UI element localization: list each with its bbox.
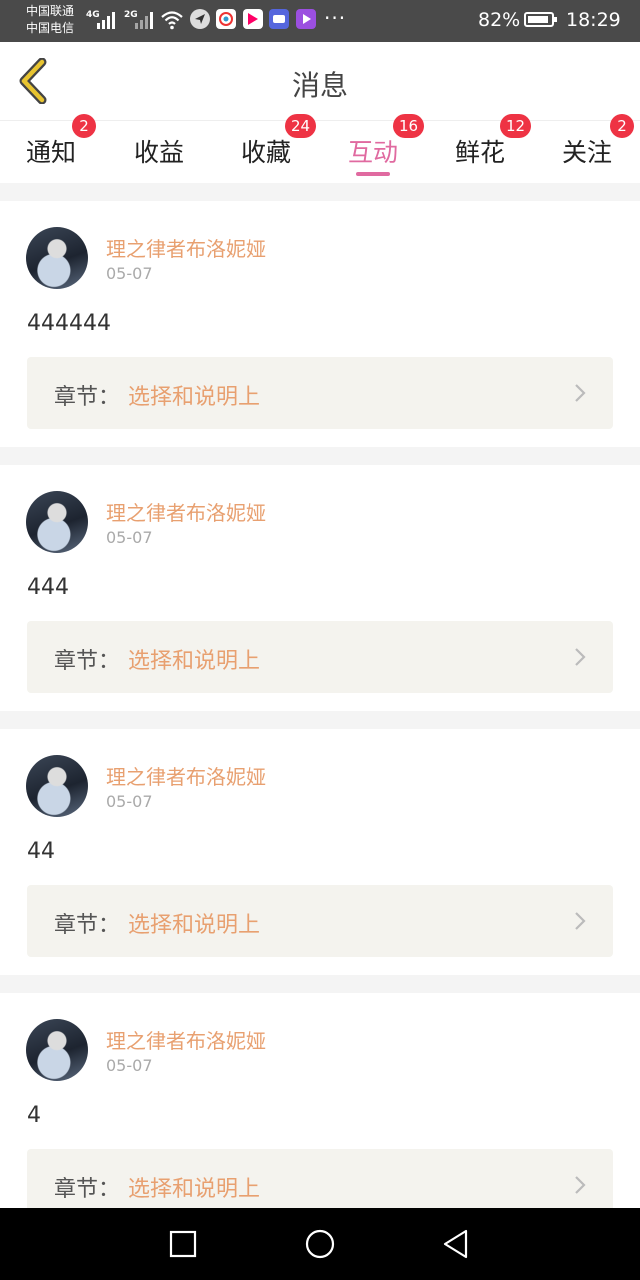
- back-triangle-icon[interactable]: [440, 1228, 472, 1260]
- tab-label: 鲜花: [455, 138, 506, 167]
- avatar[interactable]: [26, 227, 88, 289]
- chapter-name: 选择和说明上: [128, 1177, 261, 1202]
- message-card[interactable]: 理之律者布洛妮娅 05-07 44 章节： 选择和说明上: [0, 729, 640, 975]
- message-date: 05-07: [106, 528, 153, 547]
- divider: [0, 183, 640, 201]
- recent-apps-square-icon[interactable]: [167, 1228, 199, 1260]
- tab-badge: 2: [610, 114, 634, 138]
- message-date: 05-07: [106, 792, 153, 811]
- signal-icon-2: [135, 11, 153, 29]
- chapter-link[interactable]: 章节： 选择和说明上: [27, 357, 613, 429]
- avatar[interactable]: [26, 755, 88, 817]
- signal-icon: [97, 11, 115, 29]
- page-title: 消息: [291, 69, 348, 102]
- tab-label: 关注: [562, 138, 613, 167]
- chapter-label: 章节：: [54, 1177, 121, 1202]
- chapter-label: 章节：: [54, 385, 121, 410]
- carrier-2: 中国电信: [26, 21, 75, 35]
- tab-label: 通知: [26, 138, 77, 167]
- divider: [0, 975, 640, 993]
- message-card[interactable]: 理之律者布洛妮娅 05-07 444444 章节： 选择和说明上: [0, 201, 640, 447]
- message-content: 4: [27, 1103, 41, 1128]
- message-content: 444: [27, 575, 69, 600]
- chevron-right-icon: [575, 648, 586, 666]
- chapter-label: 章节：: [54, 649, 121, 674]
- player-app-icon: [296, 9, 316, 29]
- chapter-name: 选择和说明上: [128, 649, 261, 674]
- chapter-label: 章节：: [54, 913, 121, 938]
- message-content: 444444: [27, 311, 111, 336]
- tab-bar: 通知 2 收益 收藏 24 互动 16 鲜花 12 关注 2: [0, 114, 640, 183]
- tab-label: 收益: [134, 138, 185, 167]
- message-card[interactable]: 理之律者布洛妮娅 05-07 444 章节： 选择和说明上: [0, 465, 640, 711]
- message-date: 05-07: [106, 264, 153, 283]
- tab-badge: 16: [393, 114, 425, 138]
- divider: [0, 447, 640, 465]
- username[interactable]: 理之律者布洛妮娅: [106, 497, 266, 526]
- message-card[interactable]: 理之律者布洛妮娅 05-07 4 章节： 选择和说明上: [0, 993, 640, 1208]
- navigation-app-icon: [190, 9, 210, 29]
- username[interactable]: 理之律者布洛妮娅: [106, 1025, 266, 1054]
- carrier-info: 中国联通 中国电信: [26, 3, 74, 37]
- username[interactable]: 理之律者布洛妮娅: [106, 761, 266, 790]
- message-date: 05-07: [106, 1056, 153, 1075]
- chevron-right-icon: [575, 384, 586, 402]
- chevron-right-icon: [575, 912, 586, 930]
- battery-icon: [524, 12, 557, 27]
- tab-label: 互动: [348, 138, 399, 167]
- more-notifications-icon: ···: [324, 6, 347, 30]
- home-circle-icon[interactable]: [304, 1228, 336, 1260]
- chapter-name: 选择和说明上: [128, 913, 261, 938]
- chapter-link[interactable]: 章节： 选择和说明上: [27, 885, 613, 957]
- app-header: 消息: [0, 42, 640, 121]
- video-app-icon: [243, 9, 263, 29]
- wifi-icon: [161, 11, 183, 30]
- system-nav-bar: [0, 1208, 640, 1280]
- chapter-link[interactable]: 章节： 选择和说明上: [27, 1149, 613, 1208]
- carrier-1: 中国联通: [26, 4, 75, 18]
- divider: [0, 711, 640, 729]
- tab-label: 收藏: [241, 138, 292, 167]
- chapter-link[interactable]: 章节： 选择和说明上: [27, 621, 613, 693]
- tab-badge: 24: [285, 114, 317, 138]
- battery-percent: 82%: [478, 9, 521, 31]
- tab-badge: 12: [500, 114, 532, 138]
- active-tab-indicator: [356, 172, 390, 176]
- tab-badge: 2: [72, 114, 96, 138]
- status-bar: 中国联通 中国电信 4G 2G ··· 82% 18:29: [0, 0, 640, 42]
- chapter-name: 选择和说明上: [128, 385, 261, 410]
- avatar[interactable]: [26, 491, 88, 553]
- clock: 18:29: [566, 9, 621, 31]
- message-content: 44: [27, 839, 55, 864]
- username[interactable]: 理之律者布洛妮娅: [106, 233, 266, 262]
- avatar[interactable]: [26, 1019, 88, 1081]
- shopping-app-icon: [269, 9, 289, 29]
- camera-app-icon: [216, 9, 236, 29]
- chevron-right-icon: [575, 1176, 586, 1194]
